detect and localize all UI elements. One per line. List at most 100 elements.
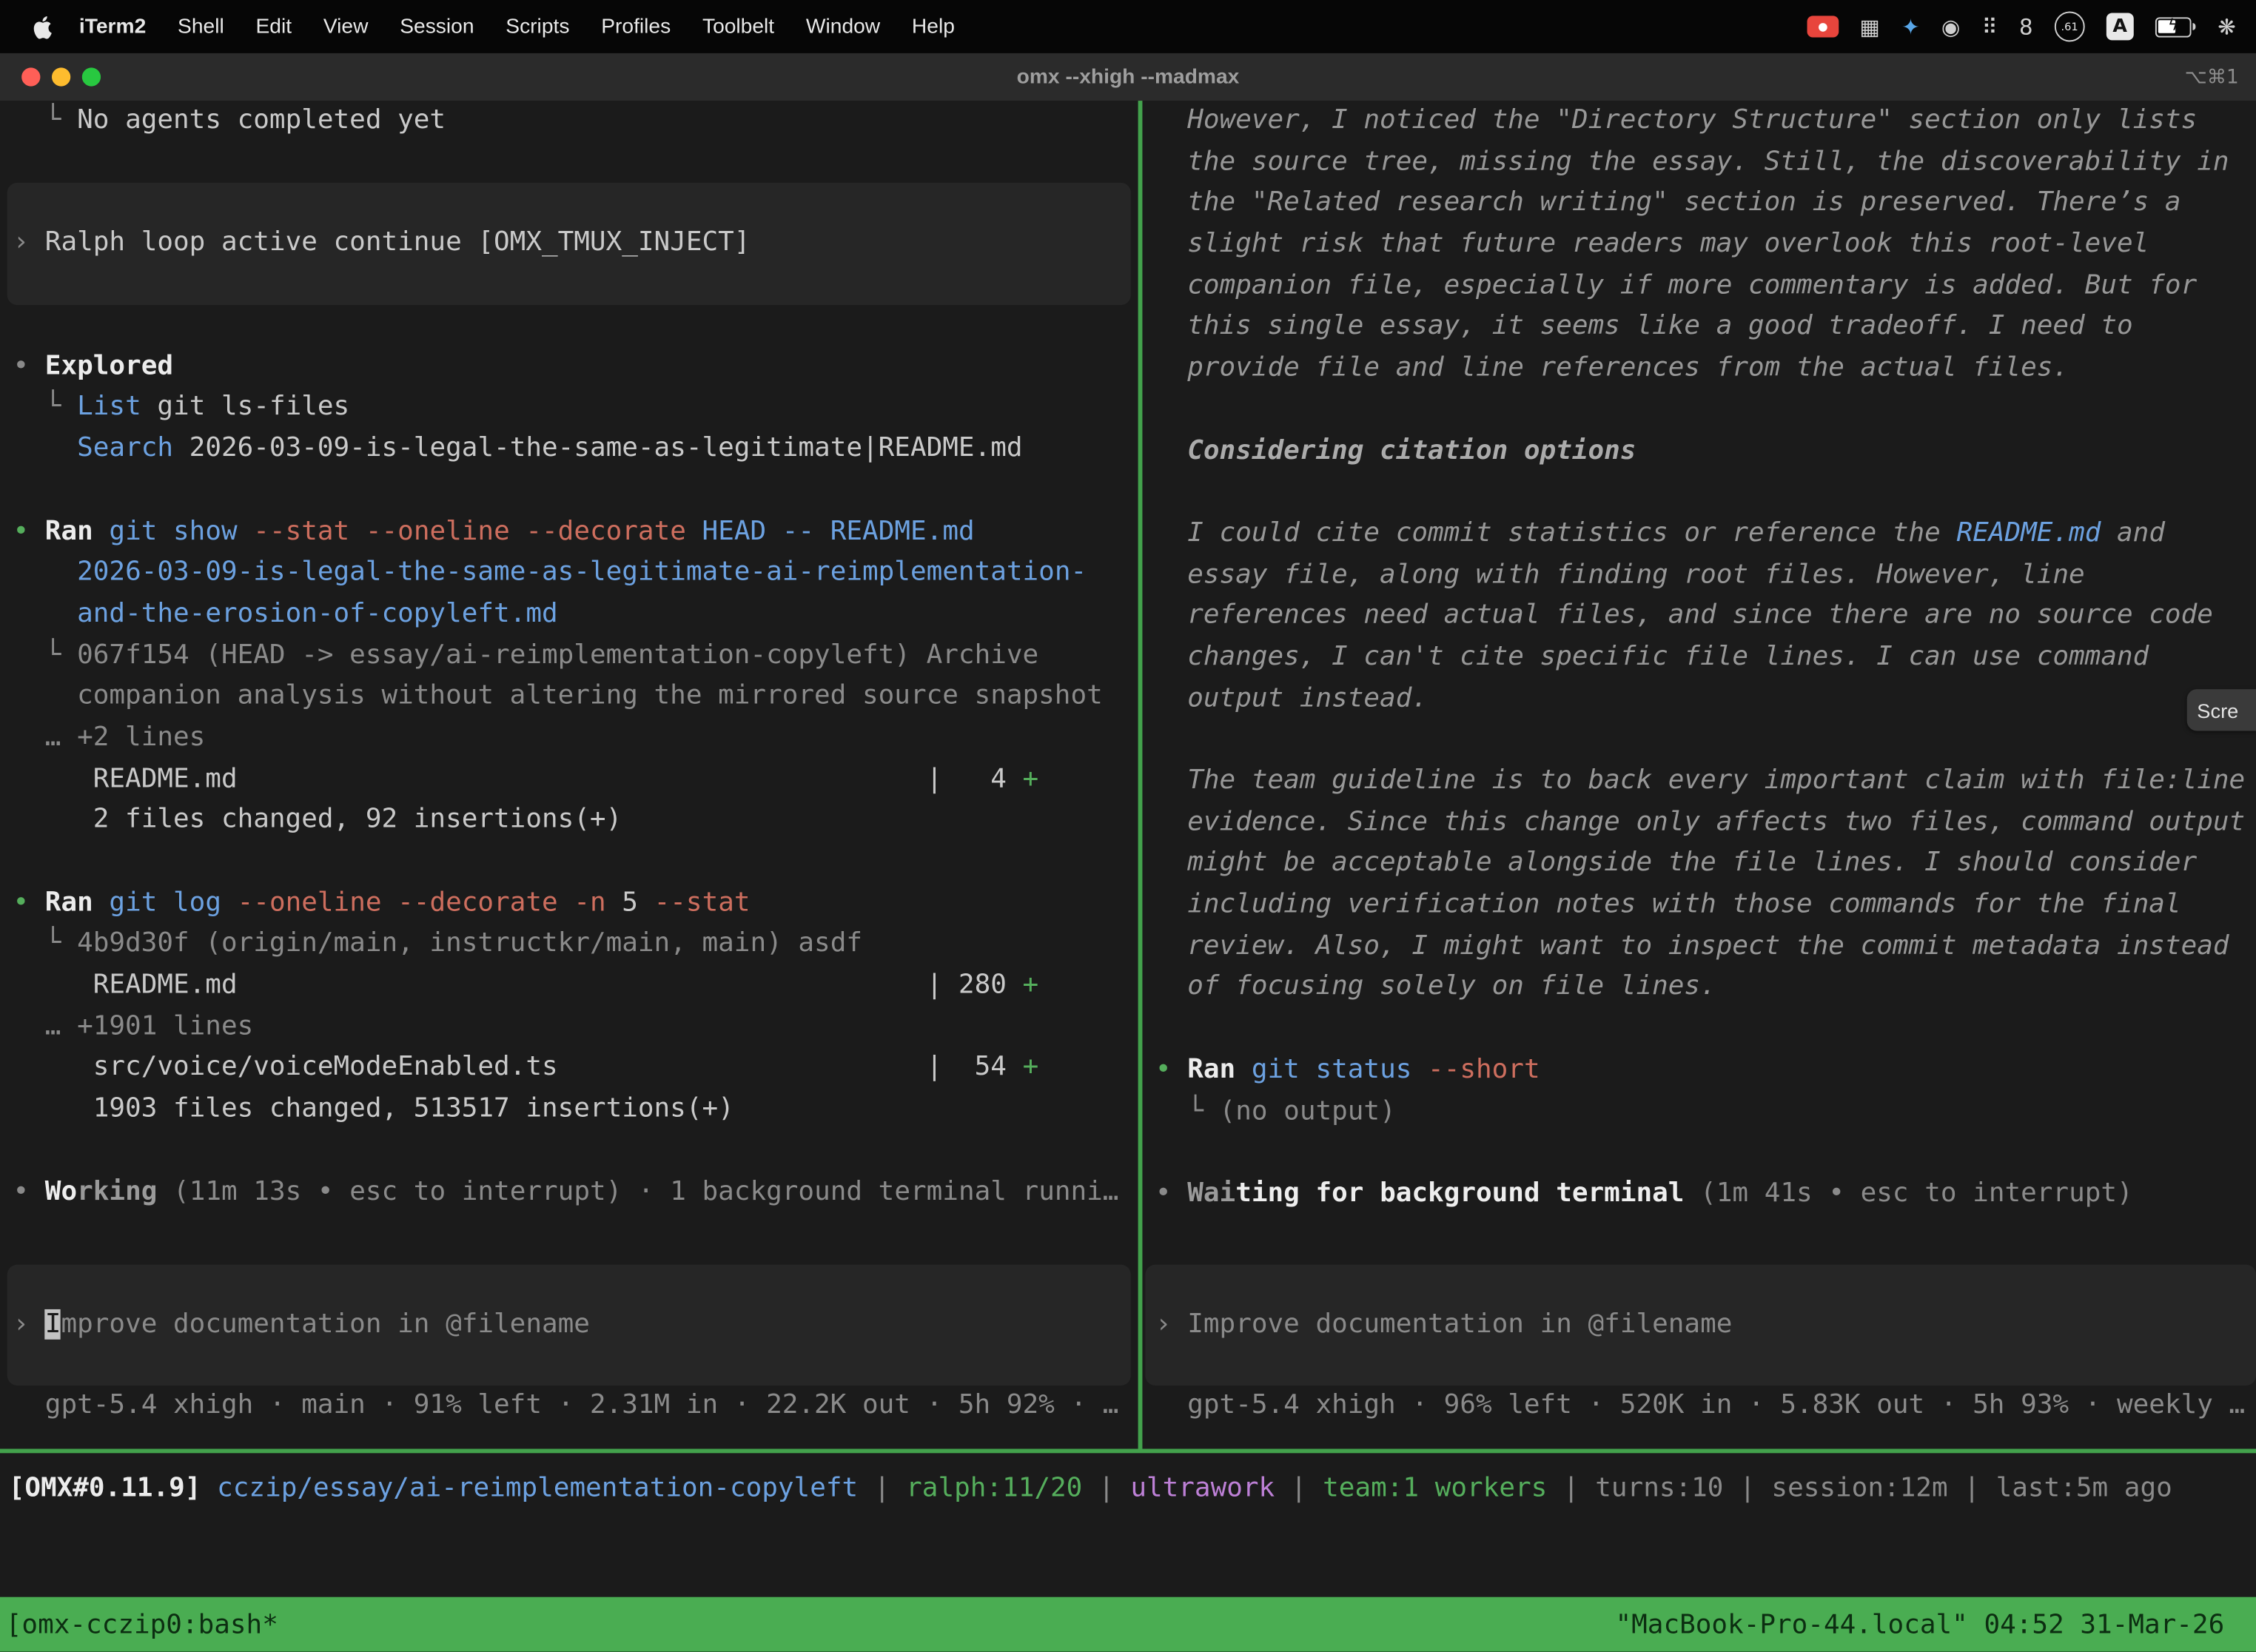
terminal-line bbox=[0, 1213, 1138, 1255]
screen-recording-icon[interactable] bbox=[1807, 16, 1839, 37]
ran-git-show: • Ran git show --stat --oneline --decora… bbox=[0, 511, 1138, 553]
omx-branch: cczip/essay/ai-reimplementation-copyleft bbox=[217, 1474, 858, 1504]
terminal-line: › Ralph loop active continue [OMX_TMUX_I… bbox=[7, 224, 1131, 265]
terminal-line: of focusing solely on file lines. bbox=[1142, 967, 2256, 1009]
terminal-line: … +2 lines bbox=[0, 718, 1138, 759]
terminal-line: the "Related research writing" section i… bbox=[1142, 184, 2256, 225]
apple-menu[interactable] bbox=[20, 15, 63, 38]
dots-grid-icon[interactable]: ⠿ bbox=[1981, 13, 1997, 39]
menu-view[interactable]: View bbox=[307, 15, 383, 38]
menu-profiles[interactable]: Profiles bbox=[585, 15, 687, 38]
close-button[interactable] bbox=[21, 67, 40, 86]
terminal-line: └ (no output) bbox=[1142, 1091, 2256, 1132]
right-scrollback: However, I noticed the "Directory Struct… bbox=[1142, 101, 2256, 1264]
menu-bar-status-icons: ▦ ✦ ◉ ⠿ 8 .61 A ϟ ❋ bbox=[1807, 12, 2256, 42]
circle-app-icon[interactable]: ◉ bbox=[1941, 13, 1960, 39]
terminal-line: └ List git ls-files bbox=[0, 388, 1138, 429]
battery-icon[interactable]: ϟ bbox=[2155, 16, 2196, 36]
ralph-loop-banner: › Ralph loop active continue [OMX_TMUX_I… bbox=[7, 184, 1131, 306]
terminal-line: 1903 files changed, 513517 insertions(+) bbox=[0, 1089, 1138, 1131]
window-title: omx --xhigh --madmax bbox=[0, 65, 2256, 88]
terminal-line: README.md | 280 + bbox=[0, 965, 1138, 1007]
terminal-line: └ 4b9d30f (origin/main, instructkr/main,… bbox=[0, 924, 1138, 966]
recording-dot bbox=[1818, 22, 1827, 31]
window-title-bar[interactable]: omx --xhigh --madmax ⌥⌘1 bbox=[0, 53, 2256, 101]
menu-window[interactable]: Window bbox=[790, 15, 896, 38]
tmux-host-time: "MacBook-Pro-44.local" 04:52 31-Mar-26 bbox=[1615, 1609, 2224, 1639]
terminal-line bbox=[0, 470, 1138, 511]
terminal-line bbox=[0, 842, 1138, 883]
terminal-line bbox=[1142, 1132, 2256, 1174]
omx-turns: turns:10 bbox=[1595, 1474, 1723, 1504]
battery-body: ϟ bbox=[2155, 16, 2192, 36]
right-input-line: › Improve documentation in @filename bbox=[1145, 1304, 2256, 1346]
terminal-line bbox=[1142, 1215, 2256, 1257]
menu-edit[interactable]: Edit bbox=[240, 15, 307, 38]
terminal-line bbox=[0, 142, 1138, 184]
terminal-line: 2 files changed, 92 insertions(+) bbox=[0, 800, 1138, 842]
omx-team: team:1 workers bbox=[1323, 1474, 1547, 1504]
terminal-line: this single essay, it seems like a good … bbox=[1142, 307, 2256, 349]
tmux-status-bar: [omx-cczip0:bash* "MacBook-Pro-44.local"… bbox=[0, 1597, 2256, 1652]
input-source-icon[interactable]: A bbox=[2106, 13, 2134, 40]
terminal-line: However, I noticed the "Directory Struct… bbox=[1142, 101, 2256, 142]
terminal-line: might be acceptable alongside the file l… bbox=[1142, 844, 2256, 885]
terminal-line bbox=[1142, 389, 2256, 431]
agents-status-line: └ No agents completed yet bbox=[0, 101, 1138, 142]
terminal-line: companion analysis without altering the … bbox=[0, 676, 1138, 718]
battery-nub bbox=[2192, 23, 2196, 30]
terminal-line: 2026-03-09-is-legal-the-same-as-legitima… bbox=[0, 553, 1138, 594]
zoom-button[interactable] bbox=[82, 67, 101, 86]
terminal-panes: └ No agents completed yet › Ralph loop a… bbox=[0, 101, 2256, 1448]
menu-help[interactable]: Help bbox=[896, 15, 971, 38]
ran-git-log: • Ran git log --oneline --decorate -n 5 … bbox=[0, 883, 1138, 924]
menu-bar-left: iTerm2 Shell Edit View Session Scripts P… bbox=[0, 15, 970, 38]
right-status-line: gpt-5.4 xhigh · 96% left · 520K in · 5.8… bbox=[1142, 1386, 2256, 1428]
terminal-line bbox=[0, 1131, 1138, 1172]
terminal-line: the source tree, missing the essay. Stil… bbox=[1142, 142, 2256, 184]
right-terminal-pane[interactable]: However, I noticed the "Directory Struct… bbox=[1142, 101, 2256, 1448]
terminal-line: review. Also, I might want to inspect th… bbox=[1142, 926, 2256, 967]
keypad-icon[interactable]: 8 bbox=[2019, 13, 2033, 39]
menu-scripts[interactable]: Scripts bbox=[490, 15, 585, 38]
terminal-line bbox=[1142, 472, 2256, 514]
right-waiting-status: • Waiting for background terminal (1m 41… bbox=[1142, 1174, 2256, 1215]
charging-bolt-icon: ϟ bbox=[2157, 13, 2190, 35]
minimize-button[interactable] bbox=[52, 67, 70, 86]
terminal-line: Search 2026-03-09-is-legal-the-same-as-l… bbox=[0, 429, 1138, 471]
fan-icon[interactable]: ❋ bbox=[2218, 13, 2235, 39]
left-input-line: › Improve documentation in @filename bbox=[7, 1304, 1131, 1346]
terminal-line: src/voice/voiceModeEnabled.ts | 54 + bbox=[0, 1048, 1138, 1089]
left-model-status: gpt-5.4 xhigh · main · 91% left · 2.31M … bbox=[0, 1386, 1138, 1428]
left-terminal-pane[interactable]: └ No agents completed yet › Ralph loop a… bbox=[0, 101, 1138, 1448]
terminal-line: changes, I can't cite specific file line… bbox=[1142, 637, 2256, 679]
terminal-line: output instead. bbox=[1142, 679, 2256, 720]
terminal-line: essay file, along with finding root file… bbox=[1142, 554, 2256, 596]
menu-iterm2[interactable]: iTerm2 bbox=[64, 15, 162, 38]
terminal-line: The team guideline is to back every impo… bbox=[1142, 761, 2256, 802]
omx-ralph-counter: ralph:11/20 bbox=[906, 1474, 1082, 1504]
window-hotkey: ⌥⌘1 bbox=[2184, 65, 2238, 88]
right-model-status: gpt-5.4 xhigh · 96% left · 520K in · 5.8… bbox=[1142, 1386, 2256, 1428]
terminal-line: references need actual files, and since … bbox=[1142, 596, 2256, 637]
menu-bar: iTerm2 Shell Edit View Session Scripts P… bbox=[0, 0, 2256, 53]
terminal-line: slight risk that future readers may over… bbox=[1142, 224, 2256, 266]
ran-git-status: • Ran git status --short bbox=[1142, 1050, 2256, 1092]
window-grid-icon[interactable]: ▦ bbox=[1859, 13, 1880, 39]
screen-share-pill[interactable]: Scre bbox=[2187, 689, 2256, 731]
terminal-line: provide file and line references from th… bbox=[1142, 349, 2256, 390]
terminal-line: companion file, especially if more comme… bbox=[1142, 266, 2256, 307]
omx-mode: ultrawork bbox=[1130, 1474, 1275, 1504]
menu-session[interactable]: Session bbox=[384, 15, 490, 38]
left-status-line: gpt-5.4 xhigh · main · 91% left · 2.31M … bbox=[0, 1386, 1138, 1428]
terminal-line: evidence. Since this change only affects… bbox=[1142, 802, 2256, 844]
left-prompt-input[interactable]: › Improve documentation in @filename bbox=[7, 1264, 1131, 1386]
terminal-line bbox=[0, 305, 1138, 346]
spark-icon[interactable]: ✦ bbox=[1901, 13, 1919, 39]
menu-toolbelt[interactable]: Toolbelt bbox=[687, 15, 790, 38]
gauge-icon[interactable]: .61 bbox=[2055, 12, 2085, 42]
traffic-lights bbox=[0, 67, 101, 86]
menu-shell[interactable]: Shell bbox=[162, 15, 240, 38]
right-prompt-input[interactable]: › Improve documentation in @filename bbox=[1145, 1264, 2256, 1386]
omx-session: session:12m bbox=[1771, 1474, 1947, 1504]
